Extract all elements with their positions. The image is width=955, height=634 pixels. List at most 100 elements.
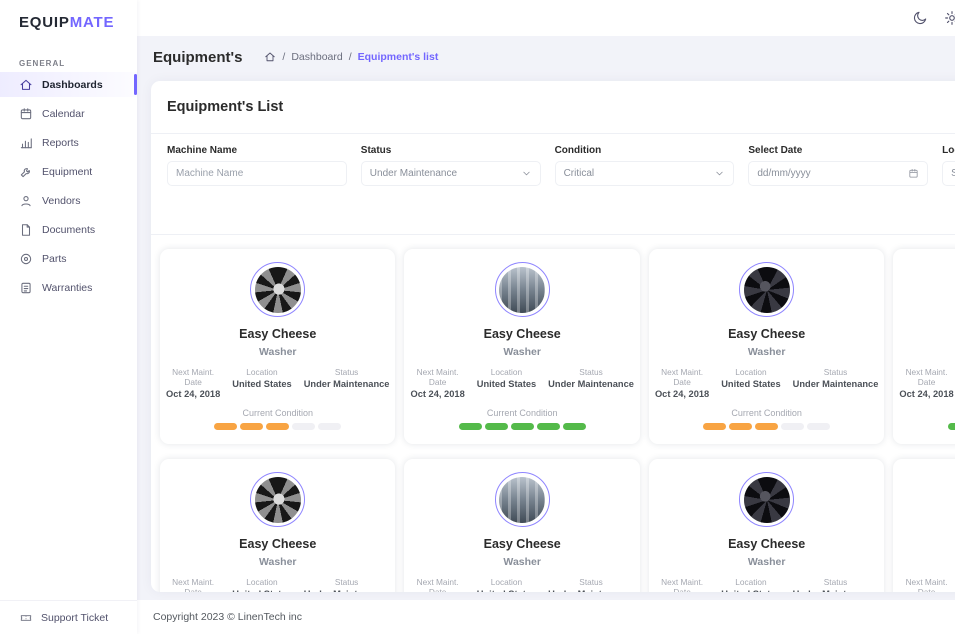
status-value: Under Maintenance [793, 589, 879, 592]
panel-header: Equipment's List Grid List [151, 81, 955, 133]
equipment-name: Easy Cheese [899, 537, 955, 551]
equipment-card[interactable]: Easy Cheese Washer Next Maint. DateOct 2… [404, 249, 639, 444]
chart-icon [19, 136, 33, 150]
settings-button[interactable] [943, 10, 955, 27]
brand-logo[interactable]: EQUIPMATE [0, 0, 137, 43]
sidebar-item-equipment[interactable]: Equipment [0, 159, 137, 184]
date-input[interactable]: dd/mm/yyyy [748, 161, 928, 186]
location-value: United States [477, 379, 536, 389]
tool-icon [19, 165, 33, 179]
gears-dark-image [744, 477, 790, 523]
condition-label: Current Condition [166, 408, 389, 418]
sidebar-item-label: Documents [42, 224, 95, 236]
condition-segment [563, 423, 586, 430]
location-value: United States [232, 589, 291, 592]
condition-segment [807, 423, 830, 430]
condition-segment [292, 423, 315, 430]
status-value: Under Maintenance [304, 379, 390, 389]
user-icon [19, 194, 33, 208]
sidebar-item-reports[interactable]: Reports [0, 130, 137, 155]
sidebar-item-dashboards[interactable]: Dashboards [0, 72, 137, 97]
location-label: Location [232, 577, 291, 587]
condition-segment [537, 423, 560, 430]
sidebar: EQUIPMATE GENERAL Dashboards Calendar Re… [0, 0, 137, 634]
condition-segment [511, 423, 534, 430]
machine-name-label: Machine Name [167, 145, 347, 156]
breadcrumb-dashboard[interactable]: Dashboard [291, 51, 342, 63]
topbar: 4 2 Emay Walter Admin ▾ [137, 0, 955, 36]
condition-segment [948, 423, 955, 430]
equipment-card[interactable]: Easy Cheese Washer Next Maint. DateOct 2… [160, 249, 395, 444]
machine-name-input[interactable] [176, 168, 338, 179]
condition-segment [266, 423, 289, 430]
moon-icon [912, 10, 928, 26]
condition-bar [655, 423, 878, 430]
equipment-card[interactable]: Easy Cheese Washer Next Maint. DateOct 2… [404, 459, 639, 592]
main-column: 4 2 Emay Walter Admin ▾ Equipment's / [137, 0, 955, 634]
app-root: EQUIPMATE GENERAL Dashboards Calendar Re… [0, 0, 955, 634]
status-value: Under Maintenance [793, 379, 879, 389]
location-value: United States [721, 589, 780, 592]
status-label: Status [548, 367, 634, 377]
sidebar-item-calendar[interactable]: Calendar [0, 101, 137, 126]
equipment-image-ring [495, 472, 550, 527]
equipment-card[interactable]: Easy Cheese Washer Next Maint. DateOct 2… [893, 459, 955, 592]
status-label: Status [793, 577, 879, 587]
chevron-down-icon [714, 168, 725, 179]
equipment-type: Washer [655, 346, 878, 358]
panel-title: Equipment's List [167, 99, 283, 115]
condition-segment [214, 423, 237, 430]
breadcrumb-current[interactable]: Equipment's list [358, 51, 439, 63]
sidebar-item-documents[interactable]: Documents [0, 217, 137, 242]
sidebar-item-warranties[interactable]: Warranties [0, 275, 137, 300]
gears-dark-image [744, 267, 790, 313]
ticket-icon [19, 611, 33, 625]
location-label: Location [721, 577, 780, 587]
page-title: Equipment's [153, 49, 242, 66]
location-label: Location [477, 367, 536, 377]
sidebar-item-label: Equipment [42, 166, 92, 178]
equipment-card[interactable]: Easy Cheese Washer Next Maint. DateOct 2… [649, 459, 884, 592]
equipment-type: Washer [899, 556, 955, 568]
sidebar-item-label: Calendar [42, 108, 85, 120]
equipment-image-ring [250, 262, 305, 317]
sidebar-item-vendors[interactable]: Vendors [0, 188, 137, 213]
equipment-card[interactable]: Easy Cheese Washer Next Maint. DateOct 2… [893, 249, 955, 444]
status-value: Under Maintenance [548, 589, 634, 592]
home-icon[interactable] [264, 51, 276, 63]
logo-secondary: MATE [70, 14, 115, 31]
equipment-name: Easy Cheese [166, 537, 389, 551]
dark-mode-toggle[interactable] [911, 10, 928, 27]
footer: Copyright 2023 © LinenTech inc English ▾… [137, 600, 955, 634]
location-select[interactable]: Select location [942, 161, 955, 186]
part-icon [19, 252, 33, 266]
next-maint-label: Next Maint. Date [899, 577, 953, 592]
status-label: Status [548, 577, 634, 587]
location-filter-label: Location [942, 145, 955, 156]
equipment-image-ring [739, 262, 794, 317]
equipment-type: Washer [166, 556, 389, 568]
condition-select[interactable]: Critical [555, 161, 735, 186]
condition-filter-label: Condition [555, 145, 735, 156]
equipment-name: Easy Cheese [166, 327, 389, 341]
logo-primary: EQUIP [19, 14, 70, 31]
equipment-image-ring [250, 472, 305, 527]
equipment-name: Easy Cheese [655, 537, 878, 551]
equipment-name: Easy Cheese [410, 537, 633, 551]
sidebar-item-parts[interactable]: Parts [0, 246, 137, 271]
calendar-icon [908, 168, 919, 179]
condition-bar [166, 423, 389, 430]
sidebar-item-support-ticket[interactable]: Support Ticket [0, 600, 137, 634]
equipment-name: Easy Cheese [410, 327, 633, 341]
date-filter-label: Select Date [748, 145, 928, 156]
support-ticket-label: Support Ticket [41, 612, 108, 624]
next-maint-value: Oct 24, 2018 [166, 389, 220, 399]
filter-actions: Clear Apply [151, 186, 955, 234]
equipment-image-ring [739, 472, 794, 527]
location-label: Location [721, 367, 780, 377]
copyright-text: Copyright 2023 © LinenTech inc [153, 611, 302, 623]
file-icon [19, 223, 33, 237]
status-select[interactable]: Under Maintenance [361, 161, 541, 186]
equipment-card[interactable]: Easy Cheese Washer Next Maint. DateOct 2… [160, 459, 395, 592]
equipment-card[interactable]: Easy Cheese Washer Next Maint. DateOct 2… [649, 249, 884, 444]
